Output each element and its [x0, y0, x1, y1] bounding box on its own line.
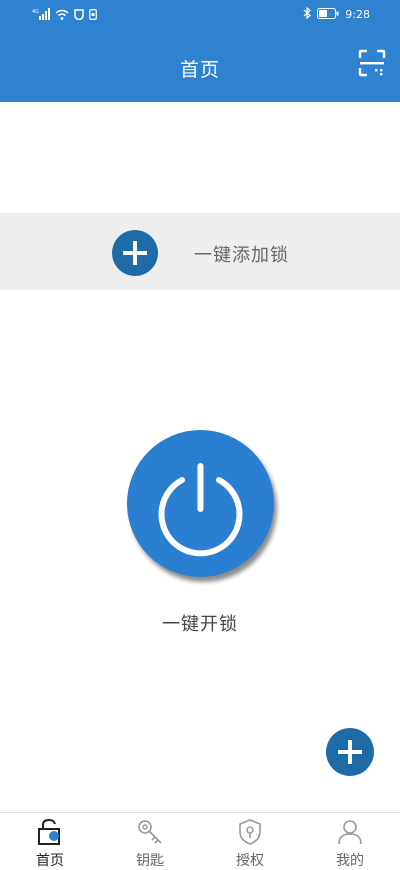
- add-floating-button[interactable]: [326, 728, 374, 776]
- authorize-shield-icon: [236, 818, 264, 846]
- bottom-tab-bar: 首页 钥匙 授权 我的: [0, 812, 400, 869]
- unlock-button[interactable]: [127, 430, 274, 577]
- key-icon: [136, 818, 164, 846]
- battery-icon: [317, 7, 339, 22]
- tab-profile[interactable]: 我的: [300, 813, 400, 869]
- status-time: 9:28: [345, 8, 370, 21]
- scan-button[interactable]: [358, 49, 386, 77]
- tab-authorize-label: 授权: [236, 853, 264, 869]
- tab-authorize[interactable]: 授权: [200, 813, 300, 869]
- tab-keys[interactable]: 钥匙: [100, 813, 200, 869]
- home-lock-icon: [36, 818, 64, 846]
- power-icon: [127, 463, 274, 581]
- add-lock-label: 一键添加锁: [194, 245, 289, 266]
- scan-icon: [358, 49, 386, 81]
- status-left: 4G: [32, 8, 97, 23]
- bluetooth-icon: [303, 6, 312, 22]
- tab-profile-label: 我的: [336, 853, 364, 869]
- page-title: 首页: [179, 59, 220, 81]
- unlock-label: 一键开锁: [162, 614, 238, 635]
- add-lock-button[interactable]: 一键添加锁: [0, 213, 400, 290]
- signal-icon: 4G: [32, 8, 50, 23]
- shield-app-icon: [74, 8, 84, 23]
- add-lock-plus-icon: [112, 230, 158, 276]
- wifi-icon: [55, 9, 69, 23]
- profile-icon: [336, 818, 364, 846]
- tab-keys-label: 钥匙: [136, 853, 164, 869]
- status-right: 9:28: [303, 6, 370, 22]
- status-bar: 4G 9:28: [0, 0, 400, 30]
- plus-icon: [326, 740, 374, 780]
- svg-text:4G: 4G: [32, 9, 39, 15]
- app-header: 4G 9:28 首页: [0, 0, 400, 102]
- sim-icon: [89, 8, 97, 23]
- tab-home-label: 首页: [36, 853, 64, 869]
- tab-home[interactable]: 首页: [0, 813, 100, 869]
